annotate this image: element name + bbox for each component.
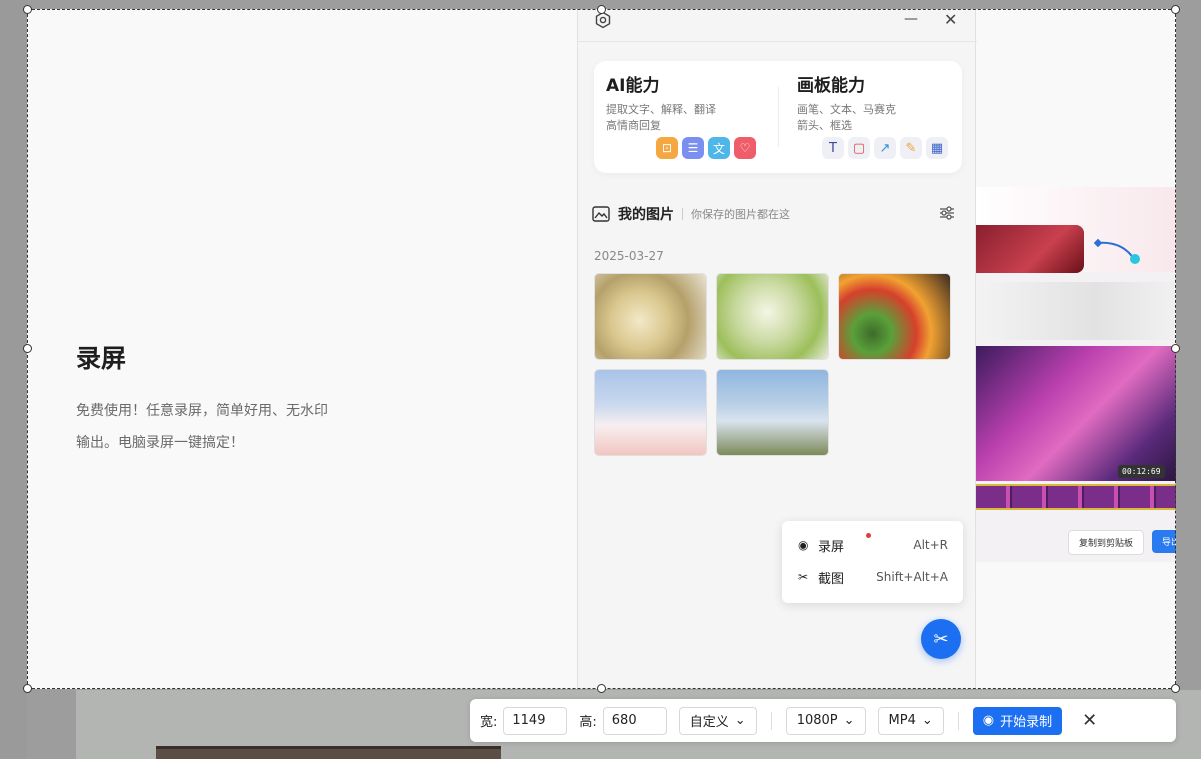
gallery-date: 2025-03-27 bbox=[594, 249, 664, 263]
title-bar: — ✕ bbox=[578, 9, 977, 42]
board-capability-sub-1: 画笔、文本、马赛克 bbox=[797, 103, 896, 116]
record-icon: ◉ bbox=[982, 713, 995, 728]
scissors-icon: ✂ bbox=[798, 570, 809, 584]
ratio-value: 自定义 bbox=[689, 715, 729, 730]
preview-export-button: 导出 bbox=[1152, 530, 1176, 553]
preview-video-frame bbox=[976, 346, 1176, 481]
app-panel: — ✕ AI能力 提取文字、解释、翻译 高情商回复 画板能力 画笔、文本、马赛克… bbox=[577, 9, 977, 689]
scissors-icon: ✂ bbox=[933, 628, 949, 650]
preview-photo bbox=[976, 225, 1084, 273]
format-select[interactable]: MP4 ⌄ bbox=[877, 706, 944, 735]
ai-capability-section[interactable]: AI能力 提取文字、解释、翻译 高情商回复 bbox=[606, 71, 716, 134]
image-icon bbox=[592, 206, 610, 222]
resize-handle-bottom-right[interactable] bbox=[1171, 684, 1180, 693]
chevron-down-icon: ⌄ bbox=[921, 713, 933, 728]
close-toolbar-icon[interactable]: ✕ bbox=[1082, 710, 1097, 731]
gallery-title: 我的图片 bbox=[618, 207, 674, 223]
menu-item-screenshot-label: 截图 bbox=[818, 571, 845, 587]
ai-icon-row: ⊡ ☰ 文 ♡ bbox=[656, 137, 756, 159]
width-input[interactable]: 1149 bbox=[503, 706, 568, 735]
capture-fab-button[interactable]: ✂ bbox=[921, 619, 961, 659]
image-thumbnail[interactable] bbox=[594, 369, 707, 456]
capture-selection-area[interactable]: 录屏 免费使用！任意录屏，简单好用、无水印 输出。电脑录屏一键搞定！ 00:12… bbox=[27, 9, 1176, 689]
image-thumbnail[interactable] bbox=[716, 369, 829, 456]
record-icon: ◉ bbox=[798, 538, 809, 552]
gallery-subtitle: 你保存的图片都在这 bbox=[691, 208, 790, 221]
resize-handle-top-right[interactable] bbox=[1171, 5, 1180, 14]
menu-item-record-label: 录屏 bbox=[818, 539, 845, 555]
preview-timeline-strip bbox=[976, 484, 1176, 510]
translate-icon[interactable]: 文 bbox=[708, 137, 730, 159]
filter-settings-icon[interactable] bbox=[939, 205, 955, 225]
preview-timestamp: 00:12:69 bbox=[1118, 465, 1165, 478]
height-label: 高: bbox=[579, 715, 597, 730]
board-capability-sub-2: 箭头、框选 bbox=[797, 119, 852, 132]
hero-desc-line-2: 输出。电脑录屏一键搞定！ bbox=[76, 435, 244, 451]
dimmed-overlay-left bbox=[0, 0, 27, 759]
preview-curve-icon bbox=[1094, 238, 1140, 264]
screenshot-shortcut: Shift+Alt+A bbox=[876, 570, 948, 584]
editor-preview-image: 00:12:69 复制到剪贴板 导出 bbox=[976, 187, 1176, 562]
board-capability-title: 画板能力 bbox=[797, 76, 865, 96]
preview-copy-button: 复制到剪贴板 bbox=[1068, 530, 1145, 555]
chevron-down-icon: ⌄ bbox=[843, 713, 855, 728]
ai-capability-title: AI能力 bbox=[606, 76, 660, 96]
resize-handle-top[interactable] bbox=[597, 5, 606, 14]
image-thumbnail[interactable] bbox=[838, 273, 951, 360]
chevron-down-icon: ⌄ bbox=[734, 713, 746, 728]
image-thumbnail[interactable] bbox=[594, 273, 707, 360]
height-input[interactable]: 680 bbox=[602, 706, 667, 735]
hero-title: 录屏 bbox=[76, 344, 127, 373]
pen-tool-icon[interactable]: ✎ bbox=[900, 137, 922, 159]
start-recording-button[interactable]: ◉ 开始录制 bbox=[972, 706, 1063, 735]
board-capability-section[interactable]: 画板能力 画笔、文本、马赛克 箭头、框选 bbox=[797, 71, 896, 134]
menu-item-screenshot[interactable]: ✂ 截图 Shift+Alt+A bbox=[798, 567, 948, 587]
gallery-header: 我的图片 你保存的图片都在这 bbox=[592, 204, 790, 224]
menu-item-record[interactable]: ◉ 录屏 Alt+R bbox=[798, 533, 948, 555]
capabilities-card: AI能力 提取文字、解释、翻译 高情商回复 画板能力 画笔、文本、马赛克 箭头、… bbox=[594, 61, 962, 173]
resolution-value: 1080P bbox=[796, 713, 838, 728]
ocr-icon[interactable]: ⊡ bbox=[656, 137, 678, 159]
width-label: 宽: bbox=[480, 715, 498, 730]
arrow-tool-icon[interactable]: ↗ bbox=[874, 137, 896, 159]
resize-handle-top-left[interactable] bbox=[23, 5, 32, 14]
settings-icon[interactable] bbox=[594, 11, 612, 33]
format-value: MP4 bbox=[888, 713, 916, 728]
mosaic-tool-icon[interactable]: ▦ bbox=[926, 137, 948, 159]
ai-capability-sub-1: 提取文字、解释、翻译 bbox=[606, 103, 716, 116]
image-thumbnail[interactable] bbox=[716, 273, 829, 360]
record-shortcut: Alt+R bbox=[913, 538, 948, 552]
quick-action-menu: ◉ 录屏 Alt+R ✂ 截图 Shift+Alt+A bbox=[782, 521, 963, 603]
text-tool-icon[interactable]: T bbox=[822, 137, 844, 159]
resolution-select[interactable]: 1080P ⌄ bbox=[785, 706, 866, 735]
ai-capability-sub-2: 高情商回复 bbox=[606, 119, 661, 132]
close-icon[interactable]: ✕ bbox=[944, 11, 957, 29]
background-window-edge bbox=[156, 746, 501, 759]
ratio-select[interactable]: 自定义 ⌄ bbox=[678, 706, 757, 735]
tool-icon-row: T ▢ ↗ ✎ ▦ bbox=[822, 137, 948, 159]
recording-toolbar: 宽: 1149 高: 680 自定义 ⌄ 1080P ⌄ MP4 ⌄ ◉ 开始录… bbox=[470, 699, 1176, 742]
hero-desc-line-1: 免费使用！任意录屏，简单好用、无水印 bbox=[76, 403, 328, 419]
notification-dot bbox=[866, 533, 871, 538]
start-recording-label: 开始录制 bbox=[1000, 715, 1053, 730]
resize-handle-bottom-left[interactable] bbox=[23, 684, 32, 693]
resize-handle-left[interactable] bbox=[23, 344, 32, 353]
explain-icon[interactable]: ☰ bbox=[682, 137, 704, 159]
minimize-icon[interactable]: — bbox=[904, 10, 918, 28]
resize-handle-bottom[interactable] bbox=[597, 684, 606, 693]
hero-description: 免费使用！任意录屏，简单好用、无水印 输出。电脑录屏一键搞定！ bbox=[76, 395, 396, 459]
resize-handle-right[interactable] bbox=[1171, 344, 1180, 353]
rect-tool-icon[interactable]: ▢ bbox=[848, 137, 870, 159]
reply-icon[interactable]: ♡ bbox=[734, 137, 756, 159]
